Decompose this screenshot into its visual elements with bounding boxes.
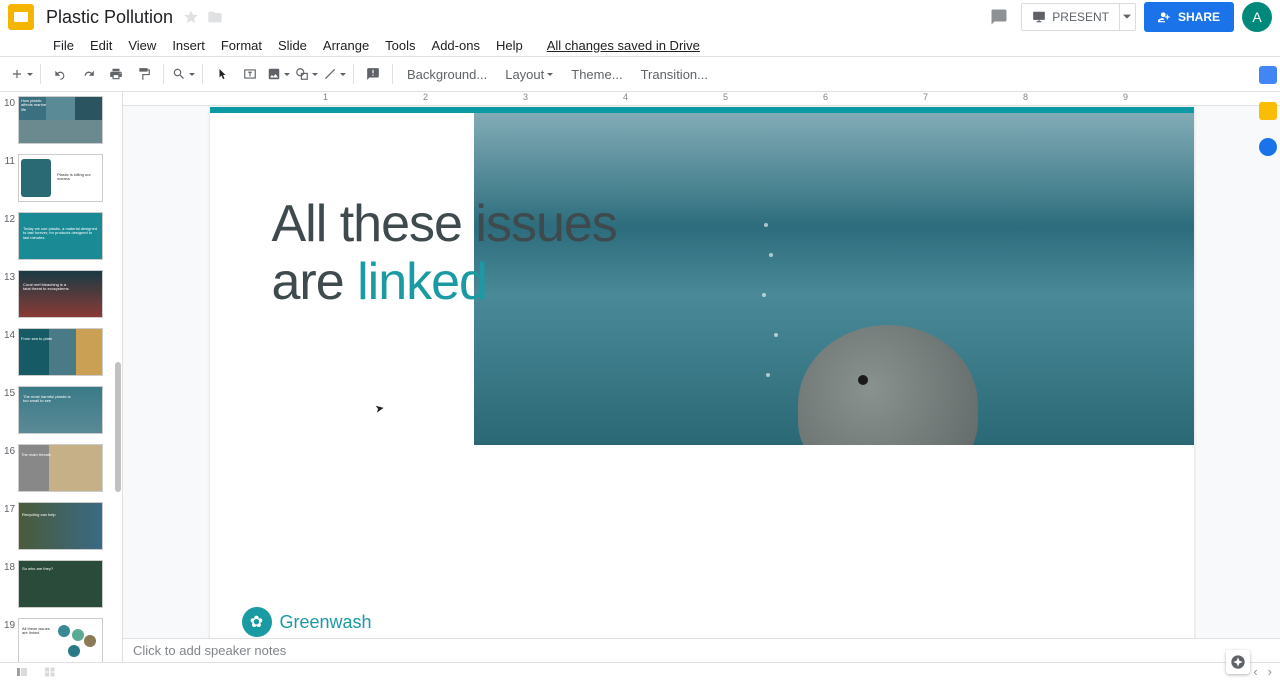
explore-button[interactable] xyxy=(1226,650,1250,674)
slide-thumb-19[interactable]: All these issues are linked xyxy=(18,618,103,662)
thumb-number: 12 xyxy=(4,212,18,225)
slide-thumb-15[interactable]: The most harmful plastic is too small to… xyxy=(18,386,103,434)
side-panel xyxy=(1256,56,1280,216)
print-button[interactable] xyxy=(103,61,129,87)
chevron-right-icon[interactable]: › xyxy=(1268,664,1272,679)
thumbnail-scrollbar[interactable] xyxy=(115,362,121,492)
redo-button[interactable] xyxy=(75,61,101,87)
slide-thumb-12[interactable]: Today we use plastic, a material designe… xyxy=(18,212,103,260)
menu-bar: File Edit View Insert Format Slide Arran… xyxy=(0,34,1280,56)
logo-mark-icon: ✿ xyxy=(242,607,272,637)
transition-button[interactable]: Transition... xyxy=(633,61,716,87)
undo-button[interactable] xyxy=(47,61,73,87)
menu-tools[interactable]: Tools xyxy=(378,35,422,56)
select-tool[interactable] xyxy=(209,61,235,87)
comment-tool[interactable] xyxy=(360,61,386,87)
present-dropdown[interactable] xyxy=(1120,3,1136,31)
menu-addons[interactable]: Add-ons xyxy=(425,35,487,56)
menu-view[interactable]: View xyxy=(121,35,163,56)
thumb-number: 15 xyxy=(4,386,18,399)
slide-thumb-13[interactable]: Coral reef bleaching is a fatal threat t… xyxy=(18,270,103,318)
slide-logo: ✿ Greenwash xyxy=(242,607,372,637)
toolbar: Background... Layout Theme... Transition… xyxy=(0,56,1280,92)
calendar-app-icon[interactable] xyxy=(1259,66,1277,84)
zoom-button[interactable] xyxy=(170,61,196,87)
line-tool[interactable] xyxy=(321,61,347,87)
thumb-number: 10 xyxy=(4,96,18,109)
horizontal-ruler[interactable]: 123456789 xyxy=(123,92,1280,106)
share-button[interactable]: SHARE xyxy=(1144,2,1234,32)
menu-slide[interactable]: Slide xyxy=(271,35,314,56)
save-status[interactable]: All changes saved in Drive xyxy=(540,35,707,56)
filmstrip-view-button[interactable] xyxy=(8,664,36,680)
menu-edit[interactable]: Edit xyxy=(83,35,119,56)
mouse-cursor-icon: ➤ xyxy=(373,401,384,415)
layout-button[interactable]: Layout xyxy=(497,61,561,87)
slide-thumb-17[interactable]: Recycling can help xyxy=(18,502,103,550)
slide-canvas[interactable]: All these issues are linked ➤ ✿ Greenwas… xyxy=(210,107,1194,638)
slide-thumb-10[interactable]: How plastic affects marine life xyxy=(18,96,103,144)
slide-thumb-14[interactable]: From sea to plate xyxy=(18,328,103,376)
tasks-app-icon[interactable] xyxy=(1259,138,1277,156)
slide-heading[interactable]: All these issues are linked xyxy=(272,195,617,311)
menu-arrange[interactable]: Arrange xyxy=(316,35,376,56)
image-tool[interactable] xyxy=(265,61,291,87)
chevron-left-icon[interactable]: ‹ xyxy=(1253,664,1257,679)
menu-format[interactable]: Format xyxy=(214,35,269,56)
logo-text: Greenwash xyxy=(280,612,372,633)
bottom-bar: ‹ › xyxy=(0,662,1280,680)
move-folder-icon[interactable] xyxy=(207,9,223,25)
new-slide-button[interactable] xyxy=(8,61,34,87)
menu-insert[interactable]: Insert xyxy=(165,35,212,56)
thumb-number: 19 xyxy=(4,618,18,631)
background-button[interactable]: Background... xyxy=(399,61,495,87)
grid-view-button[interactable] xyxy=(36,664,64,680)
thumb-number: 16 xyxy=(4,444,18,457)
slide-thumb-18[interactable]: So who are they? xyxy=(18,560,103,608)
speaker-notes[interactable]: Click to add speaker notes xyxy=(123,638,1280,662)
slide-editor: 123456789 All these issues are linked ➤ xyxy=(123,92,1280,662)
thumb-number: 11 xyxy=(4,154,18,167)
theme-button[interactable]: Theme... xyxy=(563,61,630,87)
slides-logo[interactable] xyxy=(8,4,34,30)
slide-thumb-11[interactable]: Plastic is killing our oceans xyxy=(18,154,103,202)
paint-format-button[interactable] xyxy=(131,61,157,87)
account-avatar[interactable]: A xyxy=(1242,2,1272,32)
thumb-number: 18 xyxy=(4,560,18,573)
menu-file[interactable]: File xyxy=(46,35,81,56)
present-button[interactable]: PRESENT xyxy=(1021,3,1120,31)
document-title[interactable]: Plastic Pollution xyxy=(46,7,173,28)
thumb-number: 13 xyxy=(4,270,18,283)
slide-thumb-16[interactable]: The main threats xyxy=(18,444,103,492)
shape-tool[interactable] xyxy=(293,61,319,87)
star-icon[interactable] xyxy=(183,9,199,25)
thumb-number: 17 xyxy=(4,502,18,515)
slide-thumbnails-panel: 10 How plastic affects marine life 11 Pl… xyxy=(0,92,123,662)
keep-app-icon[interactable] xyxy=(1259,102,1277,120)
thumb-number: 14 xyxy=(4,328,18,341)
textbox-tool[interactable] xyxy=(237,61,263,87)
comment-history-icon[interactable] xyxy=(985,3,1013,31)
menu-help[interactable]: Help xyxy=(489,35,530,56)
